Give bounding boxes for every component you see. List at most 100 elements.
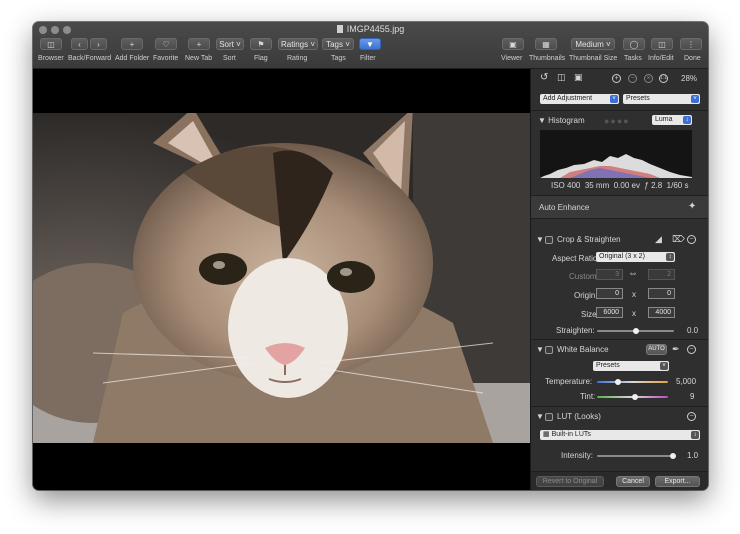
chevron-down-icon: ˅ bbox=[236, 40, 241, 49]
chevron-down-icon: ˅ bbox=[691, 95, 699, 103]
zoom-in-icon[interactable]: + bbox=[612, 74, 621, 83]
crop-icon[interactable]: ⌦ bbox=[672, 234, 685, 245]
temperature-slider[interactable] bbox=[597, 379, 668, 385]
lut-disclosure-icon[interactable]: ▼ bbox=[536, 412, 544, 421]
remove-adjustment-icon[interactable]: − bbox=[687, 235, 696, 244]
exif-shutter: 1/60 s bbox=[666, 181, 689, 190]
flip-horizontal-icon[interactable]: ◫ bbox=[557, 72, 566, 83]
filter-icon: ▼ bbox=[366, 40, 374, 49]
lut-select[interactable]: ▦ Built-in LUTs ↕ bbox=[540, 430, 700, 440]
remove-adjustment-icon[interactable]: − bbox=[687, 412, 696, 421]
tasks-icon: ◯ bbox=[629, 40, 639, 49]
window-title: IMGP4455.jpg bbox=[33, 24, 708, 34]
tags-button[interactable]: Tags ˅ bbox=[322, 38, 354, 50]
tint-slider[interactable] bbox=[597, 394, 668, 400]
wb-presets-text: Presets bbox=[596, 362, 620, 369]
histogram-header[interactable]: ▼ Histogram bbox=[538, 116, 585, 125]
histogram-channel-dots-icon[interactable]: ●●●● bbox=[604, 116, 630, 126]
thumbnails-button[interactable]: ▦ bbox=[535, 38, 557, 50]
browser-button[interactable]: ◫ bbox=[40, 38, 62, 50]
tasks-label: Tasks bbox=[624, 55, 642, 62]
favorite-button[interactable]: ♡ bbox=[155, 38, 177, 50]
new-tab-button[interactable]: + bbox=[188, 38, 210, 50]
add-adjustment-select[interactable]: Add Adjustment ˅ bbox=[540, 94, 619, 104]
intensity-slider[interactable] bbox=[597, 453, 676, 459]
intensity-slider-knob[interactable] bbox=[670, 453, 676, 459]
crop-enable-checkbox[interactable] bbox=[545, 236, 553, 244]
flag-icon: ⚑ bbox=[257, 40, 265, 49]
exif-iso: ISO 400 bbox=[551, 181, 581, 190]
divider bbox=[531, 406, 708, 407]
presets-select[interactable]: Presets ˅ bbox=[623, 94, 700, 104]
custom-height-field[interactable]: 2 bbox=[648, 269, 675, 280]
ratings-button-text: Ratings bbox=[280, 40, 309, 49]
chevron-down-icon: ˅ bbox=[345, 40, 350, 49]
thumbnail-size-button[interactable]: Medium ˅ bbox=[571, 38, 615, 50]
ratings-button[interactable]: Ratings ˅ bbox=[278, 38, 318, 50]
tint-slider-knob[interactable] bbox=[632, 394, 638, 400]
histogram-mode-select[interactable]: Luma ↕ bbox=[652, 115, 692, 125]
tint-value: 9 bbox=[690, 392, 695, 401]
origin-x-field[interactable]: 0 bbox=[596, 288, 623, 299]
temperature-value: 5,000 bbox=[676, 377, 697, 386]
magic-wand-icon[interactable]: ✦ bbox=[688, 201, 696, 212]
auto-enhance-row[interactable]: Auto Enhance ✦ bbox=[531, 196, 708, 218]
custom-width-field[interactable]: 3 bbox=[596, 269, 623, 280]
zoom-100-icon[interactable]: 1:1 bbox=[659, 74, 668, 83]
straighten-icon[interactable]: ◢ bbox=[655, 234, 662, 245]
wb-auto-button[interactable]: AUTO bbox=[646, 344, 667, 355]
cancel-button[interactable]: Cancel bbox=[616, 476, 650, 487]
chevron-updown-icon: ↕ bbox=[683, 116, 691, 124]
lut-enable-checkbox[interactable] bbox=[545, 413, 553, 421]
swap-arrows-icon[interactable]: ⇔ bbox=[628, 268, 638, 279]
size-height-field[interactable]: 4000 bbox=[648, 307, 675, 318]
wb-disclosure-icon[interactable]: ▼ bbox=[536, 345, 544, 354]
thumbnails-label: Thumbnails bbox=[529, 55, 566, 62]
temperature-label: Temperature: bbox=[545, 377, 593, 386]
info-edit-button[interactable]: ◫ bbox=[651, 38, 673, 50]
viewer-button[interactable]: ▣ bbox=[502, 38, 524, 50]
sort-button[interactable]: Sort ˅ bbox=[216, 38, 244, 50]
infoedit-label: Info/Edit bbox=[648, 55, 674, 62]
temperature-slider-knob[interactable] bbox=[615, 379, 621, 385]
zoom-fit-icon[interactable]: × bbox=[644, 74, 653, 83]
straighten-value: 0.0 bbox=[687, 326, 699, 335]
eyedropper-icon[interactable]: ✒ bbox=[672, 344, 680, 355]
crop-title: Crop & Straighten bbox=[557, 235, 621, 244]
size-width-field[interactable]: 6000 bbox=[596, 307, 623, 318]
folder-icon: ▦ bbox=[543, 431, 550, 438]
straighten-slider[interactable] bbox=[597, 328, 674, 334]
origin-y-field[interactable]: 0 bbox=[648, 288, 675, 299]
wb-presets-select[interactable]: Presets ˅ bbox=[593, 361, 669, 371]
disclosure-triangle-icon: ▼ bbox=[538, 116, 546, 125]
straighten-slider-knob[interactable] bbox=[633, 328, 639, 334]
filter-button[interactable]: ▼ bbox=[359, 38, 381, 50]
done-icon: ⋮ bbox=[687, 40, 695, 49]
crop-disclosure-icon[interactable]: ▼ bbox=[536, 235, 544, 244]
chevron-down-icon: ˅ bbox=[660, 362, 668, 370]
divider bbox=[531, 110, 708, 111]
export-button[interactable]: Export... bbox=[655, 476, 700, 487]
intensity-label: Intensity: bbox=[561, 451, 594, 460]
add-folder-button[interactable]: + bbox=[121, 38, 143, 50]
rotate-icon[interactable]: ↺ bbox=[540, 72, 548, 83]
divider bbox=[531, 339, 708, 340]
revert-button[interactable]: Revert to Original bbox=[536, 476, 604, 487]
viewer-label: Viewer bbox=[501, 55, 523, 62]
done-button[interactable]: ⋮ bbox=[680, 38, 702, 50]
compare-icon[interactable]: ▣ bbox=[574, 72, 583, 83]
tasks-button[interactable]: ◯ bbox=[623, 38, 645, 50]
zoom-out-icon[interactable]: − bbox=[628, 74, 637, 83]
remove-adjustment-icon[interactable]: − bbox=[687, 345, 696, 354]
forward-button[interactable]: › bbox=[90, 38, 107, 50]
histogram-mode-text: Luma bbox=[655, 116, 673, 123]
image-viewer[interactable] bbox=[33, 69, 530, 490]
wb-enable-checkbox[interactable] bbox=[545, 346, 553, 354]
chevron-left-icon: ‹ bbox=[78, 40, 81, 49]
aspect-ratio-value: Original (3 x 2) bbox=[599, 253, 645, 260]
filter-label: Filter bbox=[360, 55, 376, 62]
flag-button[interactable]: ⚑ bbox=[250, 38, 272, 50]
back-button[interactable]: ‹ bbox=[71, 38, 88, 50]
aspect-ratio-select[interactable]: Original (3 x 2) ↕ bbox=[596, 252, 675, 262]
backforward-label: Back/Forward bbox=[68, 55, 112, 62]
